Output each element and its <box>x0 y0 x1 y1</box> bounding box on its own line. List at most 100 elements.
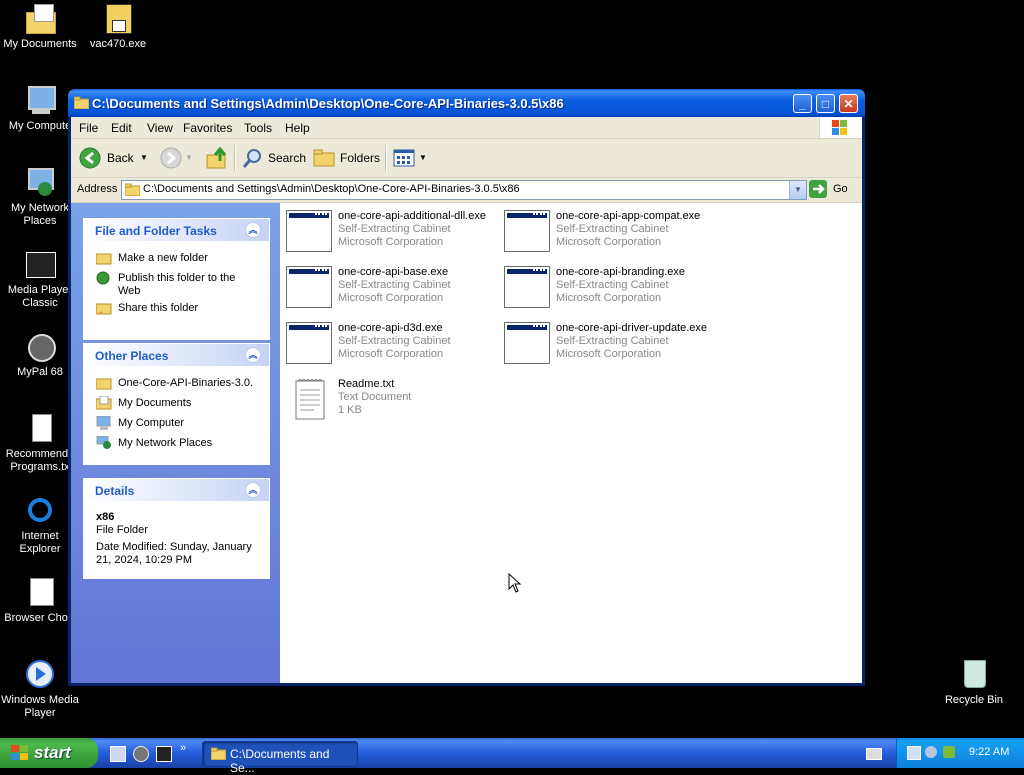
views-icon <box>393 147 415 172</box>
explorer-window: C:\Documents and Settings\Admin\Desktop\… <box>68 89 865 686</box>
start-button[interactable]: start <box>0 738 98 768</box>
file-company: Microsoft Corporation <box>556 348 662 360</box>
place-parent-folder[interactable]: One-Core-API-Binaries-3.0. <box>118 377 253 390</box>
menu-help[interactable]: Help <box>285 121 310 135</box>
menu-favorites[interactable]: Favorites <box>183 121 232 135</box>
file-type: Self-Extracting Cabinet <box>556 279 669 291</box>
folders-button[interactable]: Folders <box>313 147 380 172</box>
taskbar-window-title: C:\Documents and Se... <box>230 747 330 775</box>
quick-launch-more-icon[interactable]: » <box>180 742 186 754</box>
windows-logo-icon <box>819 117 862 138</box>
file-item[interactable]: one-core-api-base.exe Self-Extracting Ca… <box>286 266 501 314</box>
text-file-icon <box>24 412 56 444</box>
menu-tools[interactable]: Tools <box>244 121 272 135</box>
task-pane: File and Folder Tasks ︽ Make a new folde… <box>71 203 280 683</box>
application-window-icon <box>504 266 550 308</box>
file-item[interactable]: Readme.txt Text Document 1 KB <box>286 378 501 426</box>
task-share-folder[interactable]: Share this folder <box>118 302 198 315</box>
windows-flag-icon <box>10 744 30 767</box>
folder-icon <box>95 376 112 390</box>
share-folder-icon <box>95 301 112 315</box>
title-bar[interactable]: C:\Documents and Settings\Admin\Desktop\… <box>68 89 865 117</box>
recycle-bin-icon <box>958 658 990 690</box>
application-window-icon <box>286 266 332 308</box>
quick-launch-explorer-icon[interactable] <box>110 746 126 762</box>
desktop-icon-label: Recycle Bin <box>944 694 1004 706</box>
panel-header[interactable]: Other Places ︽ <box>84 344 269 367</box>
keyboard-icon[interactable] <box>866 748 882 760</box>
place-my-network-places[interactable]: My Network Places <box>118 437 212 450</box>
application-window-icon <box>504 322 550 364</box>
application-window-icon <box>286 322 332 364</box>
window-title: C:\Documents and Settings\Admin\Desktop\… <box>92 96 564 111</box>
desktop-icon-vac470[interactable]: vac470.exe <box>78 2 158 51</box>
back-arrow-icon <box>79 147 101 172</box>
minimize-icon: _ <box>799 97 806 111</box>
collapse-chevron-icon[interactable]: ︽ <box>245 222 261 238</box>
place-my-documents[interactable]: My Documents <box>118 397 191 410</box>
file-item[interactable]: one-core-api-additional-dll.exe Self-Ext… <box>286 210 501 258</box>
task-publish-folder[interactable]: Publish this folder to the Web <box>118 272 258 298</box>
file-name: one-core-api-additional-dll.exe <box>338 210 486 222</box>
address-input[interactable]: C:\Documents and Settings\Admin\Desktop\… <box>121 180 807 200</box>
file-company: Microsoft Corporation <box>338 236 444 248</box>
task-make-new-folder[interactable]: Make a new folder <box>118 252 208 265</box>
panel-header[interactable]: Details ︽ <box>84 479 269 502</box>
collapse-chevron-icon[interactable]: ︽ <box>245 482 261 498</box>
search-icon <box>242 147 264 172</box>
application-window-icon <box>504 210 550 252</box>
go-label: Go <box>833 183 848 195</box>
menu-bar: File Edit View Favorites Tools Help <box>71 117 862 139</box>
other-places-panel: Other Places ︽ One-Core-API-Binaries-3.0… <box>83 343 270 465</box>
desktop-icon-my-documents[interactable]: My Documents <box>0 2 80 51</box>
back-button[interactable]: Back ▼ <box>79 147 148 172</box>
panel-title: Details <box>95 484 135 498</box>
folders-icon <box>313 147 335 172</box>
toolbar-separator <box>385 145 387 171</box>
film-icon <box>24 248 56 280</box>
address-dropdown-button[interactable]: ▼ <box>789 181 806 199</box>
close-button[interactable]: ✕ <box>839 94 858 113</box>
menu-file[interactable]: File <box>79 121 98 135</box>
clock[interactable]: 9:22 AM <box>969 746 1009 758</box>
computer-icon <box>24 84 56 116</box>
collapse-chevron-icon[interactable]: ︽ <box>245 347 261 363</box>
file-item[interactable]: one-core-api-driver-update.exe Self-Extr… <box>504 322 719 370</box>
file-item[interactable]: one-core-api-app-compat.exe Self-Extract… <box>504 210 719 258</box>
internet-explorer-icon <box>24 494 56 526</box>
details-panel: Details ︽ x86 File Folder Date Modified:… <box>83 478 270 579</box>
panel-header[interactable]: File and Folder Tasks ︽ <box>84 219 269 242</box>
up-folder-button[interactable] <box>206 146 230 169</box>
media-player-icon <box>24 658 56 690</box>
my-documents-icon <box>95 395 112 410</box>
menu-edit[interactable]: Edit <box>111 121 132 135</box>
maximize-button[interactable]: □ <box>816 94 835 113</box>
quick-launch-raccoon-icon[interactable] <box>133 746 149 762</box>
taskbar-window-button[interactable]: C:\Documents and Se... <box>202 741 358 775</box>
place-my-computer[interactable]: My Computer <box>118 417 184 430</box>
go-button[interactable]: Go <box>809 180 853 200</box>
computer-icon <box>96 415 112 430</box>
forward-button[interactable]: ▼ <box>160 147 193 172</box>
network-tray-icon[interactable] <box>907 746 921 760</box>
chevron-down-icon: ▼ <box>140 153 148 162</box>
minimize-button[interactable]: _ <box>793 94 812 113</box>
back-label: Back <box>107 151 134 165</box>
folder-icon <box>24 2 56 34</box>
search-button[interactable]: Search <box>242 147 306 172</box>
file-item[interactable]: one-core-api-branding.exe Self-Extractin… <box>504 266 719 314</box>
desktop-icon-recycle-bin[interactable]: Recycle Bin <box>934 658 1014 707</box>
volume-tray-icon[interactable] <box>925 746 937 758</box>
folder-icon <box>73 96 90 112</box>
notepad-document-icon <box>294 378 326 423</box>
forward-arrow-icon <box>160 147 182 172</box>
views-button[interactable]: ▼ <box>393 147 427 169</box>
go-arrow-icon <box>809 180 828 202</box>
close-icon: ✕ <box>843 97 854 111</box>
menu-view[interactable]: View <box>147 121 173 135</box>
quick-launch-media-icon[interactable] <box>156 746 172 762</box>
safely-remove-tray-icon[interactable] <box>943 746 955 758</box>
file-company: Microsoft Corporation <box>338 292 444 304</box>
file-size: 1 KB <box>338 404 362 416</box>
file-item[interactable]: one-core-api-d3d.exe Self-Extracting Cab… <box>286 322 501 370</box>
